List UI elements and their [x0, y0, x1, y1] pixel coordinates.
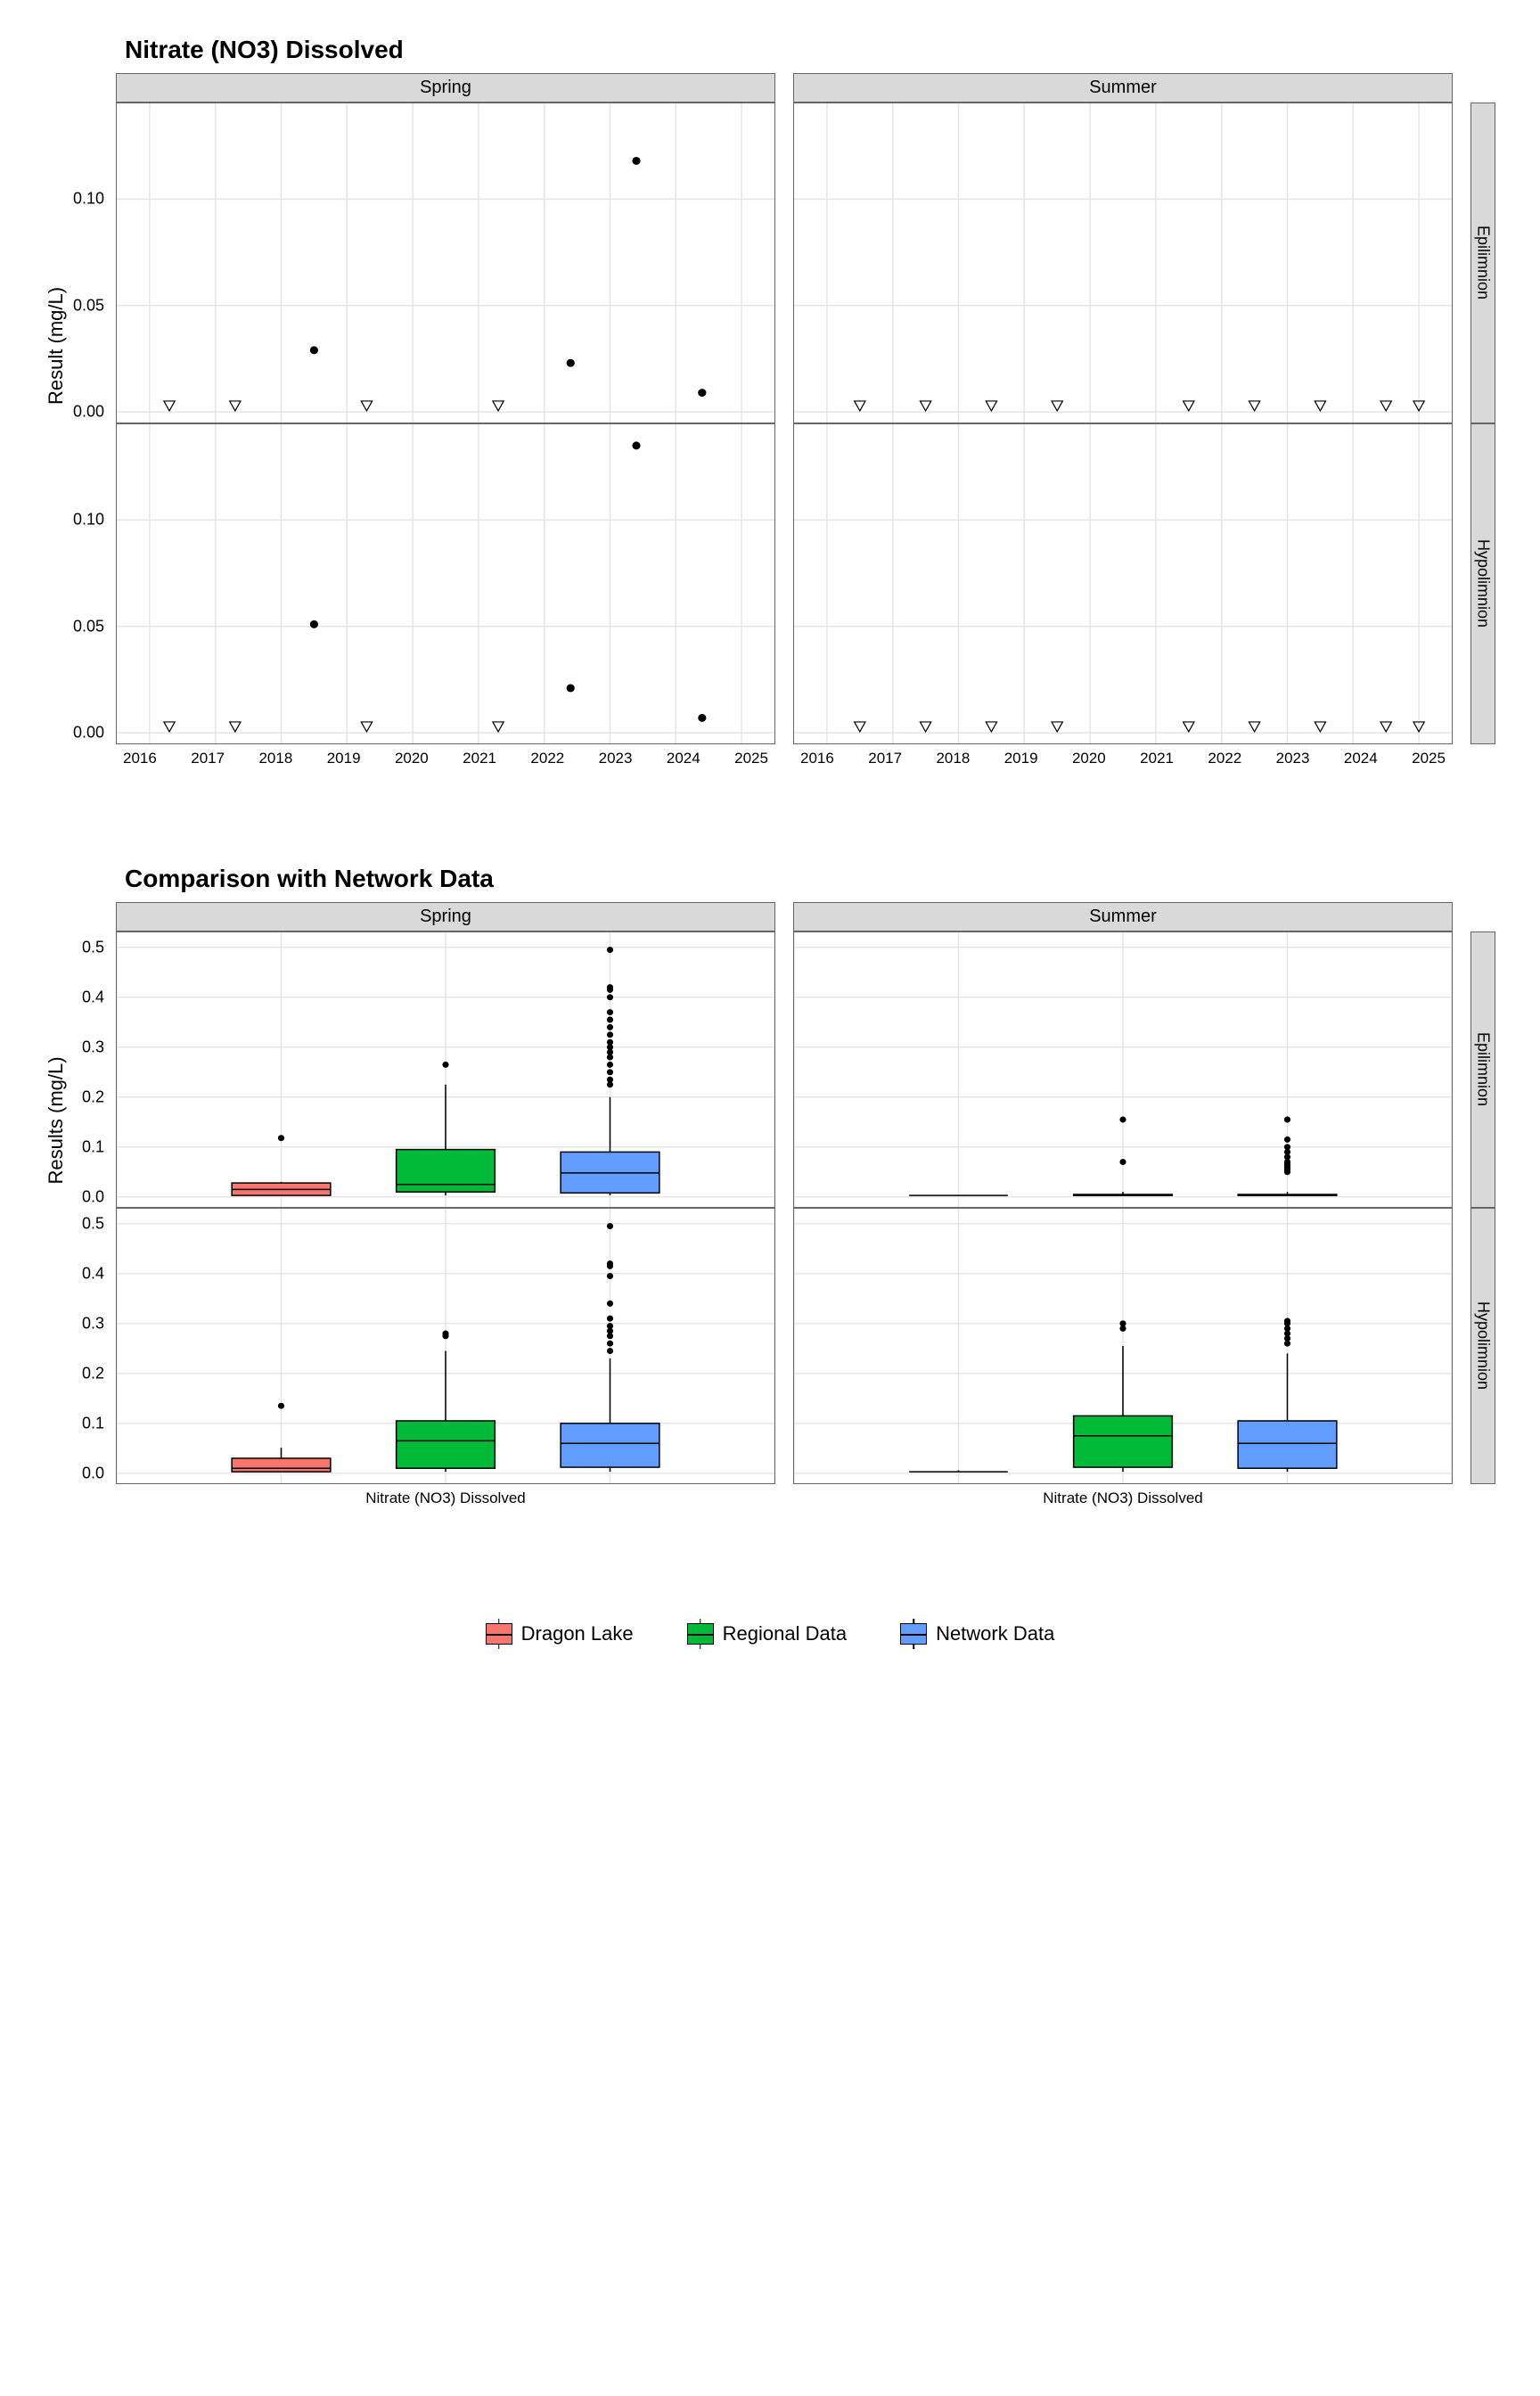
- y-ticks: 0.000.050.10: [54, 103, 108, 423]
- facet-row-hypo: Hypolimnion: [1470, 423, 1495, 744]
- legend-item-regional: Regional Data: [687, 1622, 847, 1645]
- facet2-col-summer: Summer: [793, 902, 1453, 931]
- legend-swatch-dragon: [486, 1623, 512, 1645]
- chart2-title: Comparison with Network Data: [125, 865, 1504, 893]
- facet-col-spring: Spring: [116, 73, 775, 103]
- boxplot-facets: Comparison with Network Data Results (mg…: [36, 865, 1504, 1578]
- facet2-col-spring: Spring: [116, 902, 775, 931]
- box-xlabel-2: Nitrate (NO3) Dissolved: [800, 1489, 1446, 1507]
- facet2-row-hypo: Hypolimnion: [1470, 1208, 1495, 1484]
- legend: Dragon Lake Regional Data Network Data: [36, 1622, 1504, 1645]
- panel-summer-epi: [793, 103, 1453, 423]
- legend-swatch-network: [900, 1623, 927, 1645]
- panel-spring-hypo: 0.000.050.10: [116, 423, 775, 744]
- box-panel-spring-epi: 0.00.10.20.30.40.5: [116, 931, 775, 1208]
- chart1-title: Nitrate (NO3) Dissolved: [125, 36, 1504, 64]
- box-panel-summer-hypo: [793, 1208, 1453, 1484]
- panel-spring-epi: 0.000.050.10: [116, 103, 775, 423]
- legend-label-regional: Regional Data: [723, 1622, 847, 1645]
- legend-item-dragon: Dragon Lake: [486, 1622, 634, 1645]
- panel-summer-hypo: [793, 423, 1453, 744]
- legend-label-network: Network Data: [936, 1622, 1054, 1645]
- facet-row-epi: Epilimnion: [1470, 103, 1495, 423]
- legend-label-dragon: Dragon Lake: [521, 1622, 634, 1645]
- facet-col-summer: Summer: [793, 73, 1453, 103]
- x-ticks: 2016201720182019202020212022202320242025: [123, 750, 768, 767]
- legend-item-network: Network Data: [900, 1622, 1054, 1645]
- box-panel-summer-epi: [793, 931, 1453, 1208]
- facet2-row-epi: Epilimnion: [1470, 931, 1495, 1208]
- scatter-facets: Nitrate (NO3) Dissolved Result (mg/L) Sp…: [36, 36, 1504, 820]
- box-xlabel-1: Nitrate (NO3) Dissolved: [123, 1489, 768, 1507]
- box-panel-spring-hypo: 0.00.10.20.30.40.5: [116, 1208, 775, 1484]
- legend-swatch-regional: [687, 1623, 714, 1645]
